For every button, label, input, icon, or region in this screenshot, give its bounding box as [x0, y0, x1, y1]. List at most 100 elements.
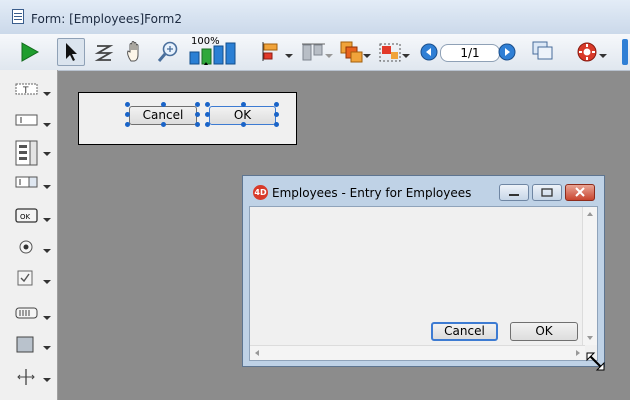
- maximize-icon: [541, 188, 553, 197]
- page-navigator: 1/1: [418, 38, 518, 66]
- form-design-area[interactable]: Cancel OK: [78, 92, 297, 145]
- checkbox-tool[interactable]: [15, 270, 51, 292]
- chevron-down-icon: [43, 378, 51, 382]
- selection-handle[interactable]: [241, 102, 246, 107]
- chevron-down-icon: [599, 54, 607, 58]
- svg-text:T: T: [22, 86, 29, 96]
- form-editor-toolbar: 100% 1/1: [0, 34, 630, 71]
- selection-handle[interactable]: [125, 122, 130, 127]
- views-button[interactable]: [528, 38, 558, 66]
- selection-handle[interactable]: [125, 102, 130, 107]
- minimize-icon: [509, 194, 519, 196]
- minimize-button[interactable]: [499, 184, 529, 201]
- ruler-icon: [15, 307, 38, 319]
- chevron-down-icon: [285, 54, 293, 58]
- ruler-tool[interactable]: [15, 306, 51, 328]
- list-box-tool[interactable]: [15, 140, 51, 168]
- chevron-down-icon: [43, 92, 51, 96]
- scroll-right-icon[interactable]: [576, 350, 580, 356]
- horizontal-scrollbar[interactable]: [250, 345, 585, 360]
- selection-handle[interactable]: [195, 102, 200, 107]
- selection-handle[interactable]: [205, 102, 210, 107]
- dialog-cancel-label: Cancel: [444, 324, 485, 338]
- play-icon: [21, 42, 40, 62]
- selection-handle[interactable]: [241, 122, 246, 127]
- zoom-label: 100%: [191, 36, 220, 47]
- chevron-down-icon: [43, 316, 51, 320]
- selection-handle[interactable]: [161, 122, 166, 127]
- scroll-down-icon[interactable]: [587, 336, 593, 340]
- selection-handle[interactable]: [195, 122, 200, 127]
- resize-cursor-icon: [586, 352, 605, 371]
- selection-handle[interactable]: [274, 102, 279, 107]
- combo-icon: [15, 176, 38, 188]
- dialog-ok-label: OK: [535, 324, 553, 338]
- chevron-down-icon: [43, 123, 51, 127]
- macros-icon: [577, 42, 597, 62]
- toolbar-overflow-indicator: [622, 39, 628, 65]
- page-indicator-field[interactable]: 1/1: [440, 44, 500, 62]
- form-cancel-label: Cancel: [142, 108, 184, 122]
- object-palette: T OK: [0, 70, 58, 400]
- vertical-scrollbar[interactable]: [582, 207, 597, 345]
- chevron-down-icon: [43, 280, 51, 284]
- selection-handle[interactable]: [274, 112, 279, 117]
- rectangle-tool[interactable]: [15, 336, 51, 358]
- selection-handle[interactable]: [274, 122, 279, 127]
- distribute-menu-button[interactable]: [295, 38, 333, 66]
- alignment-menu-button[interactable]: [255, 38, 293, 66]
- align-icon: [262, 42, 278, 61]
- preview-dialog-window[interactable]: 4D Employees - Entry for Employees Cance…: [242, 175, 605, 367]
- selection-handle[interactable]: [125, 112, 130, 117]
- chevron-down-icon: [43, 185, 51, 189]
- dialog-cancel-button[interactable]: Cancel: [431, 322, 498, 341]
- dialog-client-area: Cancel OK: [249, 206, 598, 361]
- radio-button-tool[interactable]: [15, 239, 51, 261]
- scroll-left-icon[interactable]: [255, 350, 259, 356]
- checkbox-icon: [17, 270, 33, 286]
- prev-page-icon[interactable]: [420, 43, 438, 61]
- selection-handle[interactable]: [205, 112, 210, 117]
- page-indicator: 1/1: [460, 46, 480, 60]
- dialog-ok-button[interactable]: OK: [510, 322, 578, 341]
- radio-icon: [19, 240, 33, 254]
- layer-menu-button[interactable]: [333, 38, 371, 66]
- maximize-button[interactable]: [532, 184, 562, 201]
- layer-icon: [340, 41, 363, 63]
- entry-order-button[interactable]: [90, 38, 118, 66]
- svg-text:OK: OK: [20, 213, 31, 221]
- rectangle-icon: [16, 336, 34, 353]
- zoom-level-control[interactable]: 100%: [187, 36, 247, 66]
- text-object-tool[interactable]: T: [15, 82, 51, 104]
- window-titlebar: Form: [Employees]Form2: [0, 0, 630, 35]
- hand-icon: [127, 41, 139, 62]
- views-icon: [532, 41, 553, 60]
- field-tool[interactable]: [15, 113, 51, 135]
- group-menu-button[interactable]: [372, 38, 410, 66]
- combo-box-tool[interactable]: [15, 175, 51, 197]
- hand-tool-button[interactable]: [121, 38, 149, 66]
- zoom-icon: [157, 41, 178, 62]
- splitter-tool[interactable]: [15, 368, 51, 390]
- form-document-icon: [12, 9, 24, 24]
- zoom-tool-button[interactable]: [153, 38, 183, 66]
- close-button[interactable]: [565, 184, 595, 201]
- selection-handle[interactable]: [161, 102, 166, 107]
- group-icon: [379, 43, 401, 62]
- form-ok-label: OK: [233, 108, 252, 122]
- chevron-down-icon: [43, 346, 51, 350]
- scroll-up-icon[interactable]: [587, 212, 593, 216]
- dialog-title: Employees - Entry for Employees: [272, 186, 472, 200]
- selection-handle[interactable]: [205, 122, 210, 127]
- macros-menu-button[interactable]: [567, 38, 607, 66]
- pointer-tool-button[interactable]: [57, 38, 85, 66]
- run-form-button[interactable]: [14, 38, 44, 66]
- button-icon: OK: [15, 208, 38, 223]
- pointer-icon: [66, 43, 77, 61]
- chevron-down-icon: [363, 54, 371, 58]
- selection-handle[interactable]: [195, 112, 200, 117]
- list-icon: [15, 140, 38, 166]
- button-tool[interactable]: OK: [15, 208, 51, 230]
- next-page-icon[interactable]: [498, 43, 516, 61]
- chevron-down-icon: [325, 54, 333, 58]
